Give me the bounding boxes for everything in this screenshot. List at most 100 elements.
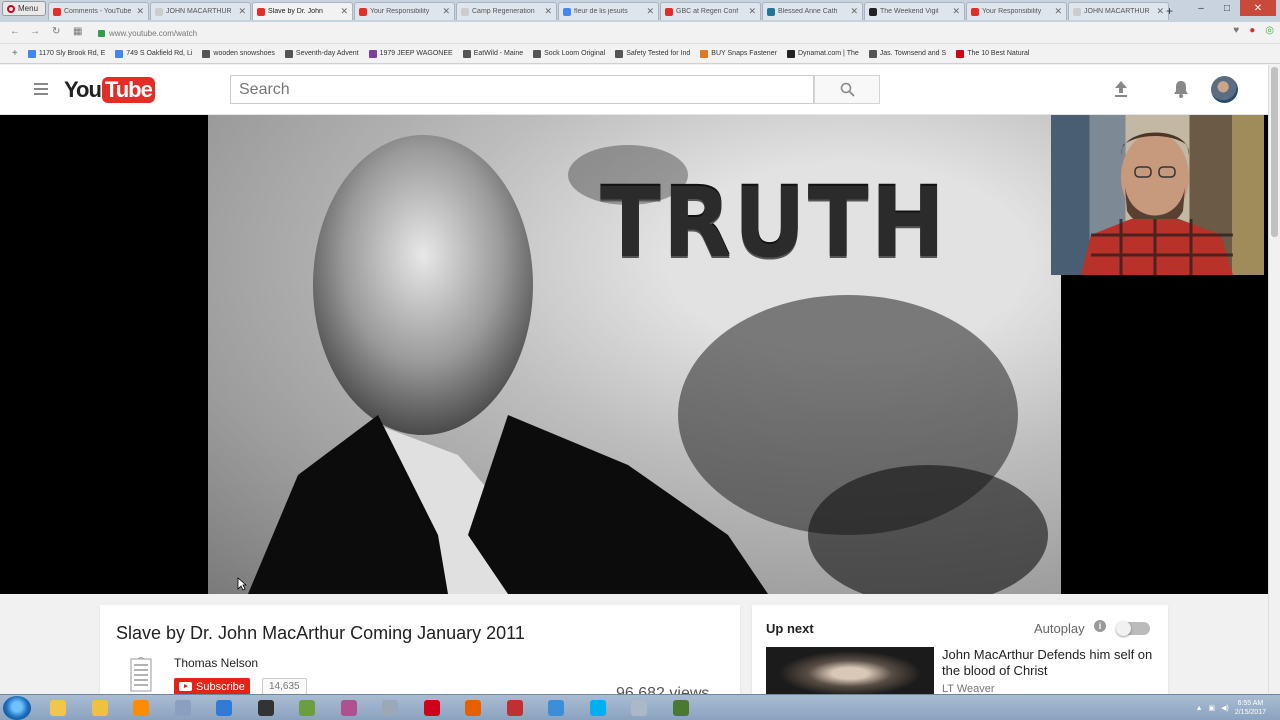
taskbar-tool-icon[interactable] [165, 697, 201, 719]
volume-icon[interactable]: ◀) [1221, 704, 1229, 712]
opera-icon [7, 4, 15, 13]
taskbar-media-icon[interactable] [123, 697, 159, 719]
bookmark-item[interactable]: wooden snowshoes [202, 49, 275, 58]
video-overlay-title: TRUTH [600, 167, 948, 279]
taskbar-bug-icon[interactable] [497, 697, 533, 719]
browser-tab[interactable]: Comments - YouTube ✕ [48, 2, 149, 20]
extension-icon[interactable]: ● [1249, 25, 1255, 36]
logo-you-text: You [64, 77, 102, 102]
add-bookmark-icon[interactable]: + [12, 48, 18, 59]
bookmark-item[interactable]: Safety Tested for Ind [615, 49, 690, 58]
taskbar-paint-icon[interactable] [663, 697, 699, 719]
tab-close-icon[interactable]: ✕ [238, 6, 246, 17]
tabs-grid-icon[interactable]: ▦ [73, 26, 82, 37]
tab-close-icon[interactable]: ✕ [442, 6, 450, 17]
browser-tab[interactable]: GBC at Regen Conf ✕ [660, 2, 761, 20]
next-video-title[interactable]: John MacArthur Defends him self on the b… [942, 647, 1158, 679]
tab-favicon-icon [665, 7, 673, 16]
browser-tab[interactable]: JOHN MACARTHUR ✕ [150, 2, 251, 20]
next-video-thumbnail[interactable] [766, 647, 934, 695]
bookmark-item[interactable]: Sock Loom Original [533, 49, 605, 58]
scrollbar-thumb[interactable] [1271, 67, 1278, 237]
bookmark-item[interactable]: 1170 Sly Brook Rd, E [27, 49, 106, 58]
browser-tab[interactable]: The Weekend Vigil ✕ [864, 2, 965, 20]
search-input[interactable]: Search [230, 75, 814, 104]
bookmark-favicon-icon [868, 49, 877, 58]
bookmark-item[interactable]: Dynamat.com | The [786, 49, 859, 58]
bookmark-label: 1170 Sly Brook Rd, E [38, 50, 106, 57]
back-icon[interactable]: ← [10, 26, 20, 37]
browser-tab[interactable]: Your Responsibility ✕ [354, 2, 455, 20]
hamburger-menu-icon[interactable] [34, 83, 48, 95]
tab-close-icon[interactable]: ✕ [850, 6, 858, 17]
taskbar-folder-icon[interactable] [82, 697, 118, 719]
taskbar-camera-icon[interactable] [248, 697, 284, 719]
browser-tab[interactable]: Blessed Anne Cath ✕ [762, 2, 863, 20]
close-window-icon[interactable]: ✕ [1240, 0, 1276, 16]
taskbar-skype-icon[interactable] [580, 697, 616, 719]
taskbar-calendar-icon[interactable] [289, 697, 325, 719]
taskbar-people-icon[interactable] [331, 697, 367, 719]
notifications-bell-icon[interactable] [1172, 79, 1190, 99]
youtube-play-icon [179, 682, 192, 691]
forward-icon[interactable]: → [30, 26, 40, 37]
tab-close-icon[interactable]: ✕ [748, 6, 756, 17]
bookmark-item[interactable]: The 10 Best Natural [956, 49, 1029, 58]
taskbar-display-icon[interactable] [621, 697, 657, 719]
autoplay-toggle[interactable] [1116, 621, 1150, 636]
taskbar-app-blue-icon[interactable] [206, 697, 242, 719]
upload-icon[interactable] [1113, 80, 1129, 98]
tab-close-icon[interactable]: ✕ [952, 6, 960, 17]
browser-tab[interactable]: JOHN MACARTHUR ✕ [1068, 2, 1169, 20]
maximize-icon[interactable]: □ [1214, 0, 1240, 16]
bookmark-item[interactable]: Jas. Townsend and S [868, 49, 946, 58]
tab-close-icon[interactable]: ✕ [1054, 6, 1062, 17]
browser-tab[interactable]: Camp Regeneration ✕ [456, 2, 557, 20]
tab-close-icon[interactable]: ✕ [340, 6, 348, 17]
taskbar-opera-icon[interactable] [414, 697, 450, 719]
search-button[interactable] [814, 75, 880, 104]
url-field[interactable]: www.youtube.com/watch [98, 26, 1188, 40]
user-avatar[interactable] [1211, 76, 1238, 103]
bookmark-item[interactable]: 1979 JEEP WAGONEE [368, 49, 453, 58]
tab-close-icon[interactable]: ✕ [1156, 6, 1164, 17]
bookmark-item[interactable]: 749 S Oakfield Rd, Li [115, 49, 192, 58]
taskbar-network-icon[interactable] [538, 697, 574, 719]
network-icon[interactable]: ▣ [1209, 704, 1216, 712]
minimize-icon[interactable]: – [1188, 0, 1214, 16]
video-player[interactable]: TRUTH [0, 115, 1268, 594]
tab-label: Your Responsibility [370, 8, 430, 15]
tab-close-icon[interactable]: ✕ [646, 6, 654, 17]
browser-tab[interactable]: Your Responsibility ✕ [966, 2, 1067, 20]
youtube-logo[interactable]: You Tube [64, 77, 155, 103]
taskbar-firefox-icon[interactable] [455, 697, 491, 719]
browser-tab[interactable]: fleur de lis jesuits ✕ [558, 2, 659, 20]
channel-name[interactable]: Thomas Nelson [174, 656, 258, 670]
info-icon[interactable]: i [1094, 620, 1106, 632]
tab-favicon-icon [563, 7, 571, 16]
tab-label: fleur de lis jesuits [574, 8, 628, 15]
tab-close-icon[interactable]: ✕ [136, 6, 144, 17]
bookmark-label: Dynamat.com | The [797, 50, 859, 57]
taskbar-settings-icon[interactable] [372, 697, 408, 719]
start-button[interactable] [3, 696, 31, 720]
toggle-knob [1116, 621, 1131, 636]
reload-icon[interactable]: ↻ [52, 26, 60, 37]
bookmark-item[interactable]: Seventh-day Advent [284, 49, 359, 58]
heart-icon[interactable]: ♥ [1233, 25, 1239, 36]
tab-close-icon[interactable]: ✕ [544, 6, 552, 17]
bookmark-item[interactable]: EatWild - Maine [462, 49, 523, 58]
new-tab-button[interactable]: + [1166, 4, 1173, 18]
browser-tab[interactable]: Slave by Dr. John ✕ [252, 2, 353, 20]
channel-avatar-icon[interactable] [126, 657, 156, 693]
page-scrollbar[interactable] [1268, 65, 1280, 693]
bookmark-item[interactable]: BUY Snaps Fastener [700, 49, 777, 58]
opera-menu-button[interactable]: Menu [2, 1, 46, 16]
clock[interactable]: 6:55 AM 2/15/2017 [1235, 699, 1266, 717]
video-frame[interactable]: TRUTH [208, 115, 1061, 594]
taskbar-explorer-icon[interactable] [40, 697, 76, 719]
tray-up-arrow-icon[interactable]: ▲ [1196, 705, 1203, 712]
bookmark-favicon-icon [700, 49, 709, 58]
subscribe-button[interactable]: Subscribe [174, 678, 250, 695]
extension-icon-2[interactable]: ◎ [1265, 25, 1274, 36]
